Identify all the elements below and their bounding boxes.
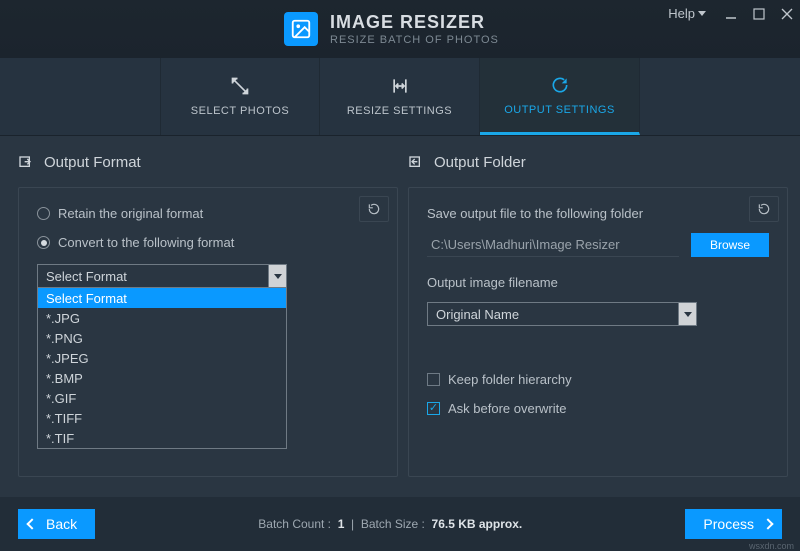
reset-format-button[interactable] [359,196,389,222]
chevron-down-icon [678,303,696,325]
app-title: IMAGE RESIZER [330,12,499,33]
chevron-down-icon [268,265,286,287]
tab-resize-settings[interactable]: RESIZE SETTINGS [320,57,480,135]
tab-bar: SELECT PHOTOS RESIZE SETTINGS OUTPUT SET… [0,58,800,136]
output-folder-panel: Output Folder Save output file to the fo… [408,154,788,496]
dropdown-option[interactable]: *.BMP [38,368,286,388]
tab-label: SELECT PHOTOS [191,105,289,117]
tab-output-settings[interactable]: OUTPUT SETTINGS [480,57,640,135]
app-logo-icon [284,12,318,46]
checkbox-label: Ask before overwrite [448,401,567,416]
dropdown-option[interactable]: *.TIFF [38,408,286,428]
panel-heading: Output Format [44,154,141,171]
export-icon [18,155,34,171]
radio-icon [37,236,50,249]
dropdown-option[interactable]: *.PNG [38,328,286,348]
radio-icon [37,207,50,220]
select-value: Select Format [46,269,127,284]
watermark-text: wsxdn.com [749,541,794,551]
format-select[interactable]: Select Format Select Format *.JPG *.PNG … [37,264,287,288]
checkbox-label: Keep folder hierarchy [448,372,572,387]
help-label: Help [668,6,695,21]
tab-select-photos[interactable]: SELECT PHOTOS [160,57,320,135]
checkbox-ask-overwrite[interactable]: Ask before overwrite [427,401,769,416]
tab-label: RESIZE SETTINGS [347,105,452,117]
app-subtitle: RESIZE BATCH OF PHOTOS [330,34,499,46]
dropdown-option[interactable]: Select Format [38,288,286,308]
checkbox-icon [427,402,440,415]
help-menu[interactable]: Help [668,6,706,21]
close-button[interactable] [780,7,794,21]
panel-heading: Output Folder [434,154,526,171]
radio-convert-format[interactable]: Convert to the following format [37,235,379,250]
resize-arrows-icon [389,75,411,97]
browse-button[interactable]: Browse [691,233,769,257]
refresh-icon [549,74,571,96]
radio-retain-original[interactable]: Retain the original format [37,206,379,221]
footer-bar: Back Batch Count : 1 | Batch Size : 76.5… [0,497,800,551]
titlebar: IMAGE RESIZER RESIZE BATCH OF PHOTOS Hel… [0,0,800,58]
status-text: Batch Count : 1 | Batch Size : 76.5 KB a… [95,517,685,531]
maximize-button[interactable] [752,7,766,21]
back-label: Back [46,516,77,532]
process-label: Process [703,516,754,532]
minimize-button[interactable] [724,7,738,21]
chevron-left-icon [26,518,37,529]
chevron-down-icon [698,11,706,16]
filename-select[interactable]: Original Name [427,302,697,326]
radio-label: Retain the original format [58,206,203,221]
output-path-input[interactable] [427,233,679,257]
filename-label: Output image filename [427,275,769,290]
content-area: Output Format Retain the original format… [0,136,800,496]
folder-export-icon [408,155,424,171]
expand-arrows-icon [229,75,251,97]
tab-label: OUTPUT SETTINGS [504,104,615,116]
process-button[interactable]: Process [685,509,782,539]
chevron-right-icon [762,518,773,529]
reset-folder-button[interactable] [749,196,779,222]
dropdown-option[interactable]: *.JPEG [38,348,286,368]
dropdown-option[interactable]: *.TIF [38,428,286,448]
checkbox-keep-hierarchy[interactable]: Keep folder hierarchy [427,372,769,387]
format-dropdown-list: Select Format *.JPG *.PNG *.JPEG *.BMP *… [37,288,287,449]
dropdown-option[interactable]: *.JPG [38,308,286,328]
dropdown-option[interactable]: *.GIF [38,388,286,408]
save-folder-label: Save output file to the following folder [427,206,769,221]
select-value: Original Name [436,307,519,322]
radio-label: Convert to the following format [58,235,234,250]
output-format-panel: Output Format Retain the original format… [18,154,398,496]
checkbox-icon [427,373,440,386]
back-button[interactable]: Back [18,509,95,539]
